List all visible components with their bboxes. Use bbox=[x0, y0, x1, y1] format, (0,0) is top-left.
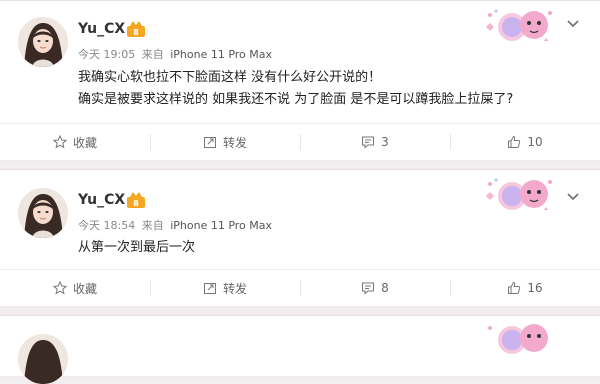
username[interactable]: Yu_CX bbox=[78, 21, 125, 37]
post-line: 我确实心软也拉不下脸面这样 没有什么好公开说的！ bbox=[78, 70, 382, 85]
post-text: 从第一次到最后一次 bbox=[78, 237, 195, 259]
svg-text:8: 8 bbox=[133, 28, 139, 37]
source-prefix: 来自 bbox=[141, 219, 164, 232]
device-source: iPhone 11 Pro Max bbox=[170, 219, 273, 232]
source-prefix: 来自 bbox=[141, 48, 164, 61]
repost-button[interactable]: 转发 bbox=[150, 124, 300, 160]
repost-label: 转发 bbox=[222, 281, 247, 296]
vip-crown-icon: 8 bbox=[127, 21, 145, 37]
favorite-label: 收藏 bbox=[72, 281, 97, 296]
svg-text:8: 8 bbox=[133, 199, 139, 208]
star-icon bbox=[52, 281, 67, 295]
repost-icon bbox=[203, 137, 216, 148]
post-meta: 今天 19:05 来自 iPhone 11 Pro Max bbox=[78, 46, 275, 62]
device-source: iPhone 11 Pro Max bbox=[170, 48, 273, 61]
username[interactable]: Yu_CX bbox=[78, 192, 125, 208]
comment-icon bbox=[362, 136, 375, 149]
card-decoration-sticker bbox=[486, 178, 552, 210]
comment-icon bbox=[362, 282, 375, 295]
repost-label: 转发 bbox=[222, 135, 247, 150]
action-bar: 收藏 转发 3 10 bbox=[0, 123, 600, 160]
avatar[interactable] bbox=[18, 334, 68, 384]
favorite-button[interactable]: 收藏 bbox=[0, 270, 150, 306]
star-icon bbox=[52, 135, 67, 149]
avatar[interactable] bbox=[18, 17, 68, 67]
like-button[interactable]: 16 bbox=[450, 270, 600, 306]
avatar[interactable] bbox=[18, 188, 68, 238]
comment-count: 3 bbox=[381, 135, 389, 149]
comment-button[interactable]: 3 bbox=[300, 124, 450, 160]
vip-crown-icon: 8 bbox=[127, 192, 145, 208]
favorite-label: 收藏 bbox=[72, 135, 97, 150]
post-card: Yu_CX 8 今天 19:05 来自 iPhone 11 Pro Max 我确… bbox=[0, 0, 600, 160]
post-text: 我确实心软也拉不下脸面这样 没有什么好公开说的！ 确实是被要求这样说的 如果我还… bbox=[78, 67, 513, 111]
post-card bbox=[0, 315, 600, 384]
thumbs-up-icon bbox=[508, 281, 521, 294]
post-time[interactable]: 今天 18:54 bbox=[78, 219, 135, 232]
action-bar: 收藏 转发 8 16 bbox=[0, 269, 600, 306]
like-count: 16 bbox=[527, 281, 543, 295]
favorite-button[interactable]: 收藏 bbox=[0, 124, 150, 160]
post-card: Yu_CX 8 今天 18:54 来自 iPhone 11 Pro Max 从第… bbox=[0, 169, 600, 306]
post-time[interactable]: 今天 19:05 bbox=[78, 48, 135, 61]
like-count: 10 bbox=[527, 135, 543, 149]
repost-button[interactable]: 转发 bbox=[150, 270, 300, 306]
comment-count: 8 bbox=[381, 281, 389, 295]
like-button[interactable]: 10 bbox=[450, 124, 600, 160]
thumbs-up-icon bbox=[508, 135, 521, 148]
post-line: 确实是被要求这样说的 如果我还不说 为了脸面 是不是可以蹲我脸上拉屎了? bbox=[78, 92, 514, 107]
chevron-down-icon[interactable] bbox=[566, 19, 580, 29]
repost-icon bbox=[203, 283, 216, 294]
post-line: 从第一次到最后一次 bbox=[78, 240, 196, 255]
card-decoration-sticker bbox=[488, 324, 548, 354]
comment-button[interactable]: 8 bbox=[300, 270, 450, 306]
post-meta: 今天 18:54 来自 iPhone 11 Pro Max bbox=[78, 217, 275, 233]
card-decoration-sticker bbox=[486, 9, 552, 41]
chevron-down-icon[interactable] bbox=[566, 192, 580, 202]
